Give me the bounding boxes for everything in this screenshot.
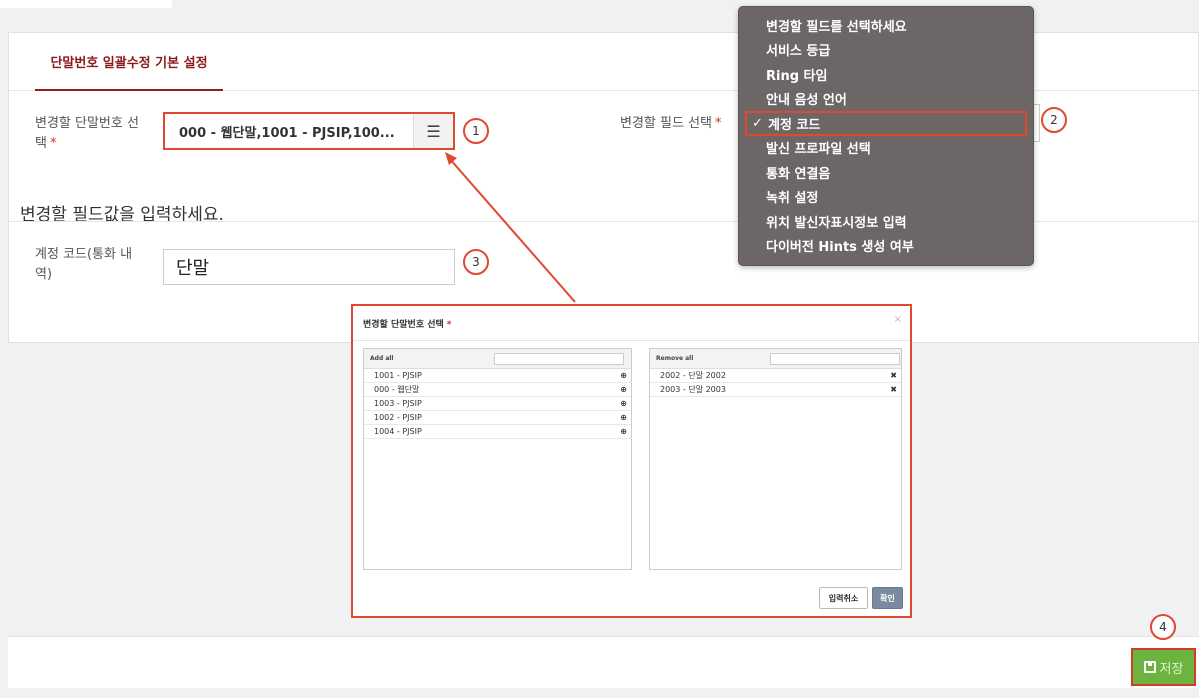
field-select-label: 변경할 필드 선택 * — [620, 116, 722, 131]
footer-bar — [8, 636, 1199, 688]
available-list-header: Add all — [364, 349, 631, 369]
dropdown-item[interactable]: 변경할 필드를 선택하세요 — [739, 13, 1033, 38]
modal-divider — [353, 340, 910, 341]
add-all-link[interactable]: Add all — [370, 355, 393, 362]
list-item[interactable]: 2003 - 단말 2003 ✖ — [650, 383, 901, 397]
terminal-select-modal: 변경할 단말번호 선택 * × Add all 1001 - PJSIP ⊕ 000… — [351, 304, 912, 618]
selected-filter-input[interactable] — [770, 353, 900, 365]
list-item[interactable]: 000 - 웹단말 ⊕ — [364, 383, 631, 397]
list-item[interactable]: 1003 - PJSIP ⊕ — [364, 397, 631, 411]
field-dropdown-menu: 변경할 필드를 선택하세요 서비스 등급 Ring 타임 안내 음성 언어 ✓ … — [738, 6, 1034, 266]
dropdown-item[interactable]: 위치 발신자표시정보 입력 — [739, 209, 1033, 234]
dropdown-item[interactable]: Ring 타임 — [739, 62, 1033, 87]
dropdown-item[interactable]: 발신 프로파일 선택 — [739, 136, 1033, 161]
account-code-input[interactable]: 단말 — [163, 249, 455, 285]
list-item[interactable]: 1004 - PJSIP ⊕ — [364, 425, 631, 439]
terminal-select-value: 000 - 웹단말,1001 - PJSIP,100... — [179, 125, 395, 141]
dropdown-item[interactable]: 안내 음성 언어 — [739, 87, 1033, 112]
list-item[interactable]: 2002 - 단말 2002 ✖ — [650, 369, 901, 383]
cancel-button[interactable]: 입력취소 — [819, 587, 868, 609]
callout-1: 1 — [463, 118, 489, 144]
selected-list-header: Remove all — [650, 349, 901, 369]
add-icon[interactable]: ⊕ — [620, 371, 627, 380]
selected-list: Remove all 2002 - 단말 2002 ✖ 2003 - 단말 200… — [649, 348, 902, 570]
tab-bulk-edit-settings[interactable]: 단말번호 일괄수정 기본 설정 — [35, 33, 223, 91]
callout-4: 4 — [1150, 614, 1176, 640]
available-filter-input[interactable] — [494, 353, 624, 365]
check-icon: ✓ — [752, 115, 763, 131]
add-icon[interactable]: ⊕ — [620, 413, 627, 422]
dropdown-item[interactable]: 녹취 설정 — [739, 185, 1033, 210]
available-list: Add all 1001 - PJSIP ⊕ 000 - 웹단말 ⊕ 1003 - … — [363, 348, 632, 570]
dropdown-item[interactable]: 통화 연결음 — [739, 160, 1033, 185]
list-item[interactable]: 1002 - PJSIP ⊕ — [364, 411, 631, 425]
confirm-button[interactable]: 확인 — [872, 587, 903, 609]
terminal-select-field[interactable]: 000 - 웹단말,1001 - PJSIP,100... ☰ — [163, 112, 455, 150]
dropdown-item-selected[interactable]: ✓ 계정 코드 — [745, 111, 1027, 136]
add-icon[interactable]: ⊕ — [620, 399, 627, 408]
account-code-label: 계정 코드(통화 내 역) — [35, 247, 133, 282]
top-tab-fragment — [0, 0, 172, 8]
terminal-select-label: 변경할 단말번호 선 택 * — [35, 116, 139, 151]
list-icon: ☰ — [426, 121, 441, 141]
add-icon[interactable]: ⊕ — [620, 385, 627, 394]
save-icon — [1143, 661, 1156, 673]
dropdown-item[interactable]: 다이버전 Hints 생성 여부 — [739, 234, 1033, 259]
modal-title: 변경할 단말번호 선택 * — [363, 320, 452, 330]
remove-all-link[interactable]: Remove all — [656, 355, 693, 362]
remove-icon[interactable]: ✖ — [890, 385, 897, 394]
dropdown-item[interactable]: 서비스 등급 — [739, 38, 1033, 63]
callout-3: 3 — [463, 249, 489, 275]
list-icon-button[interactable]: ☰ — [413, 114, 453, 148]
list-item[interactable]: 1001 - PJSIP ⊕ — [364, 369, 631, 383]
save-button[interactable]: 저장 — [1131, 648, 1196, 686]
add-icon[interactable]: ⊕ — [620, 427, 627, 436]
close-icon[interactable]: × — [894, 314, 902, 325]
remove-icon[interactable]: ✖ — [890, 371, 897, 380]
callout-2: 2 — [1041, 107, 1067, 133]
